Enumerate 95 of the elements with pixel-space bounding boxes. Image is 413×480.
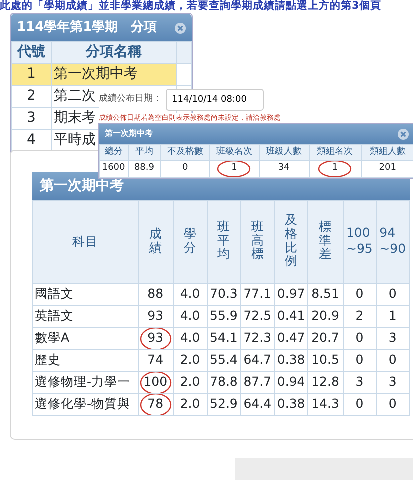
window-title: 114學年第1學期 分項 [17,18,158,37]
column-header: 100 ~95 [346,225,373,258]
column-header: 班平均 [218,220,230,262]
table-cell: 74 [148,352,164,368]
column-header: 類組人數 [370,146,406,157]
table-cell: 12.8 [312,374,340,390]
table-cell: 選修化學-物質與 [35,396,131,412]
table-cell: 1600 [102,163,126,174]
table-cell: 歷史 [35,352,61,368]
column-header: 不及格數 [167,146,204,157]
table-cell: 2 [27,88,36,104]
column-header: 班級名次 [216,146,252,157]
table-cell: 72.3 [244,330,272,346]
table-cell: 78.8 [210,374,238,390]
table-cell: 201 [379,163,396,174]
column-header: 代號 [12,42,52,64]
table-cell: 1 [388,308,397,324]
column-header: 平均 [135,146,154,157]
table-cell: 0 [388,286,397,302]
table-cell: 34 [278,163,290,174]
table-cell: 0.38 [277,352,306,368]
table-cell: 20.7 [312,330,340,346]
table-cell: 0 [356,352,364,368]
table-cell: 1 [232,163,238,174]
column-header: 學分 [184,226,197,254]
table-cell: 2.0 [180,374,200,390]
field-label: 成績公布日期： [99,93,162,106]
table-cell: 10.5 [312,352,340,368]
table-cell: 72.5 [244,308,272,324]
table-cell: 3 [356,374,364,390]
column-header: 班級人數 [266,146,302,157]
table-cell: 0 [356,330,364,346]
column-header: 科目 [72,234,98,249]
table-cell: 期末考 [54,110,96,126]
table-cell: 78 [148,396,164,412]
table-cell: 64.7 [244,352,272,368]
column-header: 總分 [104,146,123,157]
table-cell: 0.41 [277,308,306,324]
table-cell: 第二次 [54,88,96,104]
window-title: 第一次期中考 [40,176,124,196]
table-cell: 0.47 [277,330,306,346]
column-header: 班高標 [251,220,264,262]
table-cell: 0 [182,163,188,174]
table-cell: 0 [356,396,364,412]
column-header: 類組名次 [317,146,354,157]
table-cell: 第一次期中考 [54,66,138,82]
table-cell: 選修物理-力學一 [35,374,131,390]
table-cell: 93 [148,330,164,346]
table-cell: 55.4 [210,352,238,368]
table-cell: 52.9 [210,396,238,412]
table-cell: 平時成 [54,132,96,148]
table-cell: 4.0 [180,308,200,324]
table-cell: 88.9 [134,163,154,174]
table-cell: 2.0 [180,396,200,412]
table-cell: 70.3 [210,286,238,302]
table-cell: 1 [27,66,36,82]
column-header: 94 ~90 [380,225,406,258]
table-cell: 3 [388,374,397,390]
table-cell: 3 [27,110,36,126]
table-cell: 14.3 [312,396,340,412]
column-header: 分項名稱 [52,42,176,64]
table-cell: 4 [27,132,36,148]
table-cell: 0 [388,352,397,368]
table-cell: 英語文 [35,308,74,324]
window-title: 第一次期中考 [105,128,153,140]
column-header: 及格比例 [285,213,298,268]
close-icon[interactable] [175,22,186,34]
date-field[interactable]: 114/10/14 08:00 [166,89,264,111]
table-cell: 77.1 [244,286,272,302]
table-cell: 93 [148,308,164,324]
table-cell: 4.0 [180,330,200,346]
table-cell: 1 [332,163,338,174]
table-cell: 3 [388,330,397,346]
table-cell: 55.9 [210,308,238,324]
table-cell: 4.0 [180,286,200,302]
table-cell: 100 [144,374,168,390]
table-cell: 64.4 [244,396,272,412]
table-cell: 0.94 [277,374,306,390]
column-header: 成績 [149,226,162,254]
table-cell: 87.7 [244,374,272,390]
table-cell: 54.1 [210,330,238,346]
table-cell: 8.51 [312,286,340,302]
table-cell: 2 [356,308,364,324]
column-header: 標準差 [319,220,332,262]
table-cell: 88 [148,286,164,302]
notice-text: 此處的「學期成績」並非學業總成績，若要查詢學期成績請點選上方的第3個頁 [0,0,382,12]
table-cell: 0.38 [277,396,306,412]
table-cell: 2.0 [180,352,200,368]
table-cell: 數學A [35,330,70,346]
table-cell: 20.9 [312,308,340,324]
table-cell: 0.97 [277,286,306,302]
table-cell: 國語文 [35,286,74,302]
close-icon[interactable] [398,129,409,140]
table-cell: 0 [388,396,397,412]
table-cell: 0 [356,286,364,302]
